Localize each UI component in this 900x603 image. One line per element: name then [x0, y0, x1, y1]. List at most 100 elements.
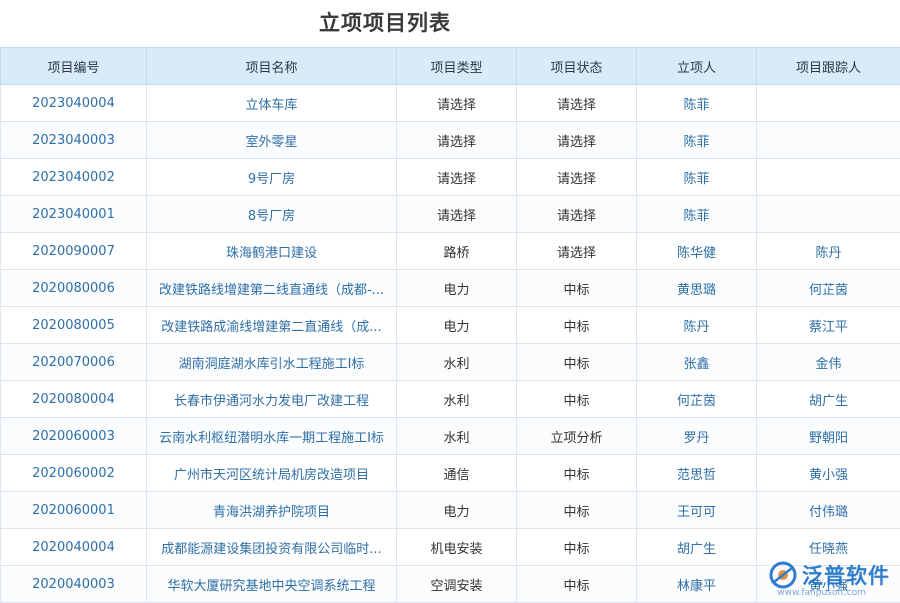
tracker-cell	[757, 122, 900, 159]
project-name-link[interactable]: 珠海鹤港口建设	[147, 233, 397, 270]
brand-watermark: 泛普软件	[768, 558, 890, 592]
project-id-cell[interactable]: 2020040004	[1, 529, 147, 566]
project-id-cell[interactable]: 2023040002	[1, 159, 147, 196]
table-row[interactable]: 2020080004长春市伊通河水力发电厂改建工程水利中标何芷茵胡广生	[1, 381, 900, 418]
project-id-cell[interactable]: 2020090007	[1, 233, 147, 270]
project-id-cell[interactable]: 2020080005	[1, 307, 147, 344]
initiator-cell: 陈菲	[637, 159, 757, 196]
column-header-project-type[interactable]: 项目类型	[397, 48, 517, 85]
tracker-cell: 何芷茵	[757, 270, 900, 307]
project-name-link[interactable]: 8号厂房	[147, 196, 397, 233]
project-status-cell: 中标	[517, 566, 637, 603]
table-row[interactable]: 2020040003华软大厦研究基地中央空调系统工程空调安装中标林康平黄小强	[1, 566, 900, 603]
tracker-cell	[757, 196, 900, 233]
column-header-initiator[interactable]: 立项人	[637, 48, 757, 85]
project-status-cell: 中标	[517, 529, 637, 566]
project-status-cell: 请选择	[517, 122, 637, 159]
project-status-cell: 请选择	[517, 196, 637, 233]
project-name-link[interactable]: 改建铁路线增建第二线直通线（成都-...	[147, 270, 397, 307]
table-row[interactable]: 2020080006改建铁路线增建第二线直通线（成都-...电力中标黄思璐何芷茵	[1, 270, 900, 307]
project-name-link[interactable]: 改建铁路成渝线增建第二直通线（成...	[147, 307, 397, 344]
table-row[interactable]: 2020060001青海洪湖养护院项目电力中标王可可付伟璐	[1, 492, 900, 529]
table-row[interactable]: 2020090007珠海鹤港口建设路桥请选择陈华健陈丹	[1, 233, 900, 270]
initiator-cell: 陈华健	[637, 233, 757, 270]
project-status-cell: 中标	[517, 381, 637, 418]
initiator-cell: 范思哲	[637, 455, 757, 492]
table-row[interactable]: 2020070006湖南洞庭湖水库引水工程施工I标水利中标张鑫金伟	[1, 344, 900, 381]
column-header-project-status[interactable]: 项目状态	[517, 48, 637, 85]
table-row[interactable]: 20230400029号厂房请选择请选择陈菲	[1, 159, 900, 196]
page-title: 立项项目列表	[0, 0, 770, 46]
project-name-link[interactable]: 青海洪湖养护院项目	[147, 492, 397, 529]
project-id-cell[interactable]: 2020040003	[1, 566, 147, 603]
table-row[interactable]: 2020040004成都能源建设集团投资有限公司临时...机电安装中标胡广生任晓…	[1, 529, 900, 566]
project-type-cell: 通信	[397, 455, 517, 492]
table-row[interactable]: 2020060002广州市天河区统计局机房改造项目通信中标范思哲黄小强	[1, 455, 900, 492]
project-name-link[interactable]: 9号厂房	[147, 159, 397, 196]
tracker-cell: 陈丹	[757, 233, 900, 270]
project-name-link[interactable]: 成都能源建设集团投资有限公司临时...	[147, 529, 397, 566]
initiator-cell: 胡广生	[637, 529, 757, 566]
project-name-link[interactable]: 立体车库	[147, 85, 397, 122]
project-type-cell: 机电安装	[397, 529, 517, 566]
project-id-cell[interactable]: 2020070006	[1, 344, 147, 381]
project-type-cell: 水利	[397, 381, 517, 418]
tracker-cell: 野朝阳	[757, 418, 900, 455]
project-status-cell: 请选择	[517, 85, 637, 122]
project-status-cell: 立项分析	[517, 418, 637, 455]
table-row[interactable]: 2023040004立体车库请选择请选择陈菲	[1, 85, 900, 122]
table-row[interactable]: 2020060003云南水利枢纽潜明水库一期工程施工I标水利立项分析罗丹野朝阳	[1, 418, 900, 455]
project-name-link[interactable]: 室外零星	[147, 122, 397, 159]
project-status-cell: 请选择	[517, 159, 637, 196]
brand-logo-icon	[768, 560, 798, 590]
project-id-cell[interactable]: 2020060001	[1, 492, 147, 529]
project-status-cell: 中标	[517, 492, 637, 529]
brand-url: www.fanpusoft.com	[777, 588, 866, 598]
project-id-cell[interactable]: 2020080006	[1, 270, 147, 307]
table-header-row: 项目编号 项目名称 项目类型 项目状态 立项人 项目跟踪人	[1, 48, 900, 85]
project-name-link[interactable]: 湖南洞庭湖水库引水工程施工I标	[147, 344, 397, 381]
initiator-cell: 黄思璐	[637, 270, 757, 307]
project-type-cell: 空调安装	[397, 566, 517, 603]
project-status-cell: 中标	[517, 270, 637, 307]
project-type-cell: 电力	[397, 270, 517, 307]
initiator-cell: 陈菲	[637, 196, 757, 233]
tracker-cell: 付伟璐	[757, 492, 900, 529]
project-type-cell: 请选择	[397, 122, 517, 159]
project-name-link[interactable]: 广州市天河区统计局机房改造项目	[147, 455, 397, 492]
project-type-cell: 电力	[397, 492, 517, 529]
project-table: 项目编号 项目名称 项目类型 项目状态 立项人 项目跟踪人 2023040004…	[0, 47, 900, 603]
project-id-cell[interactable]: 2023040004	[1, 85, 147, 122]
project-name-link[interactable]: 华软大厦研究基地中央空调系统工程	[147, 566, 397, 603]
tracker-cell: 金伟	[757, 344, 900, 381]
project-name-link[interactable]: 长春市伊通河水力发电厂改建工程	[147, 381, 397, 418]
project-name-link[interactable]: 云南水利枢纽潜明水库一期工程施工I标	[147, 418, 397, 455]
project-id-cell[interactable]: 2020060002	[1, 455, 147, 492]
initiator-cell: 罗丹	[637, 418, 757, 455]
initiator-cell: 张鑫	[637, 344, 757, 381]
tracker-cell	[757, 85, 900, 122]
project-id-cell[interactable]: 2023040003	[1, 122, 147, 159]
project-id-cell[interactable]: 2020060003	[1, 418, 147, 455]
column-header-tracker[interactable]: 项目跟踪人	[757, 48, 900, 85]
project-type-cell: 路桥	[397, 233, 517, 270]
project-type-cell: 请选择	[397, 159, 517, 196]
column-header-project-id[interactable]: 项目编号	[1, 48, 147, 85]
project-status-cell: 请选择	[517, 233, 637, 270]
initiator-cell: 何芷茵	[637, 381, 757, 418]
initiator-cell: 王可可	[637, 492, 757, 529]
project-type-cell: 请选择	[397, 196, 517, 233]
project-id-cell[interactable]: 2023040001	[1, 196, 147, 233]
project-status-cell: 中标	[517, 307, 637, 344]
table-row[interactable]: 20230400018号厂房请选择请选择陈菲	[1, 196, 900, 233]
initiator-cell: 陈菲	[637, 122, 757, 159]
table-row[interactable]: 2023040003室外零星请选择请选择陈菲	[1, 122, 900, 159]
initiator-cell: 陈丹	[637, 307, 757, 344]
table-body: 2023040004立体车库请选择请选择陈菲2023040003室外零星请选择请…	[1, 85, 900, 603]
project-type-cell: 电力	[397, 307, 517, 344]
initiator-cell: 陈菲	[637, 85, 757, 122]
project-id-cell[interactable]: 2020080004	[1, 381, 147, 418]
tracker-cell: 蔡江平	[757, 307, 900, 344]
column-header-project-name[interactable]: 项目名称	[147, 48, 397, 85]
table-row[interactable]: 2020080005改建铁路成渝线增建第二直通线（成...电力中标陈丹蔡江平	[1, 307, 900, 344]
